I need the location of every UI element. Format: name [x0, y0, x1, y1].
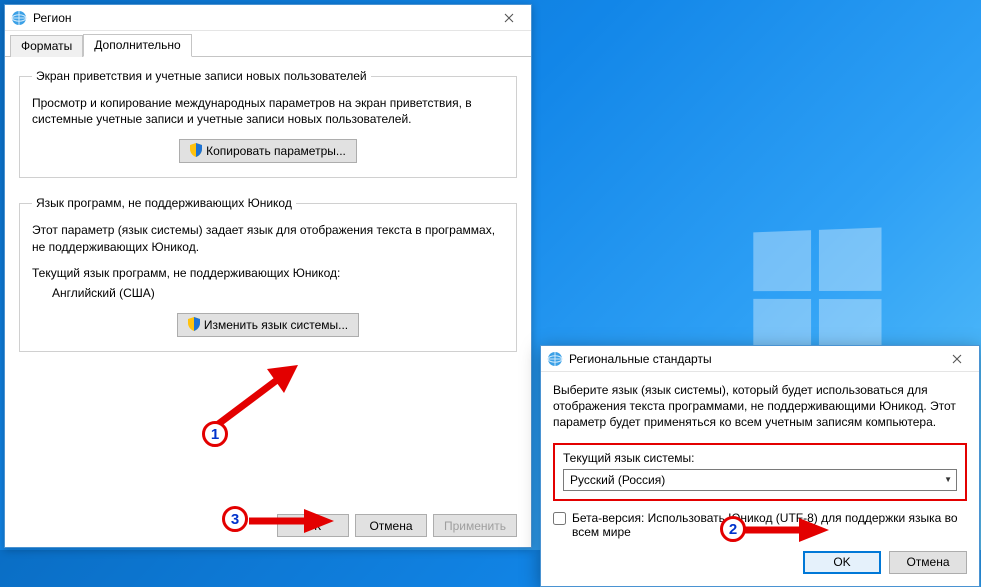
nonunicode-current-label: Текущий язык программ, не поддерживающих… [32, 265, 504, 281]
system-locale-dropdown[interactable]: Русский (Россия) ▼ [563, 469, 957, 491]
shield-icon [190, 143, 202, 160]
region-titlebar: Регион [5, 5, 531, 31]
system-locale-selected-value: Русский (Россия) [570, 473, 665, 487]
welcome-desc: Просмотр и копирование международных пар… [32, 95, 504, 127]
nonunicode-group: Язык программ, не поддерживающих Юникод … [19, 196, 517, 352]
locale-ok-button[interactable]: OK [803, 551, 881, 574]
nonunicode-current-value: Английский (США) [32, 285, 504, 301]
chevron-down-icon: ▼ [944, 475, 952, 484]
wallpaper-windows-logo [753, 227, 881, 362]
region-apply-button[interactable]: Применить [433, 514, 517, 537]
beta-utf8-checkbox[interactable] [553, 512, 566, 525]
nonunicode-legend: Язык программ, не поддерживающих Юникод [32, 196, 296, 210]
locale-button-row: OK Отмена [553, 551, 967, 574]
annotation-badge-2: 2 [720, 516, 746, 542]
copy-parameters-label: Копировать параметры... [206, 144, 346, 158]
region-dialog: Регион Форматы Дополнительно Экран приве… [4, 4, 532, 548]
locale-dialog: Региональные стандарты Выберите язык (яз… [540, 345, 980, 587]
annotation-arrow-3 [246, 506, 336, 536]
close-icon [952, 354, 962, 364]
globe-icon [11, 10, 27, 26]
locale-titlebar: Региональные стандарты [541, 346, 979, 372]
locale-title: Региональные стандарты [569, 352, 937, 366]
welcome-group: Экран приветствия и учетные записи новых… [19, 69, 517, 178]
close-icon [504, 13, 514, 23]
locale-close-button[interactable] [937, 348, 977, 370]
shield-icon [188, 317, 200, 334]
annotation-highlight-box: Текущий язык системы: Русский (Россия) ▼ [553, 443, 967, 501]
region-close-button[interactable] [489, 7, 529, 29]
locale-cancel-button[interactable]: Отмена [889, 551, 967, 574]
annotation-badge-1: 1 [202, 421, 228, 447]
annotation-arrow-2 [741, 515, 831, 545]
annotation-arrow-1 [212, 365, 302, 435]
locale-field-label: Текущий язык системы: [563, 451, 957, 465]
nonunicode-desc: Этот параметр (язык системы) задает язык… [32, 222, 504, 254]
copy-parameters-button[interactable]: Копировать параметры... [179, 139, 357, 163]
annotation-badge-3: 3 [222, 506, 248, 532]
tab-formats[interactable]: Форматы [10, 35, 83, 57]
region-tabbar: Форматы Дополнительно [5, 31, 531, 57]
globe-icon [547, 351, 563, 367]
welcome-legend: Экран приветствия и учетные записи новых… [32, 69, 371, 83]
tab-content-additional: Экран приветствия и учетные записи новых… [5, 57, 531, 547]
locale-desc: Выберите язык (язык системы), который бу… [553, 382, 967, 431]
locale-body: Выберите язык (язык системы), который бу… [541, 372, 979, 586]
tab-additional[interactable]: Дополнительно [83, 34, 191, 57]
change-system-locale-label: Изменить язык системы... [204, 318, 348, 332]
change-system-locale-button[interactable]: Изменить язык системы... [177, 313, 359, 337]
region-cancel-button[interactable]: Отмена [355, 514, 427, 537]
region-title: Регион [33, 11, 489, 25]
